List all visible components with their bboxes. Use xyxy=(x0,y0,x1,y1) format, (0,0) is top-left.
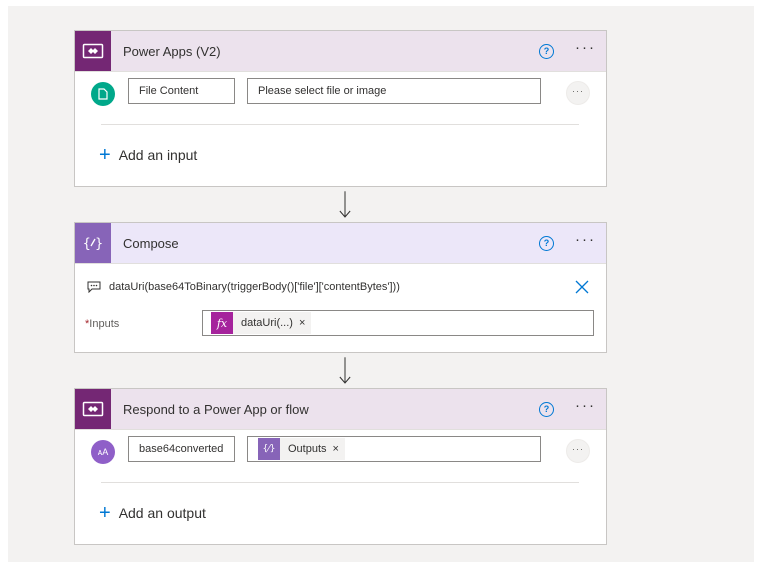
expression-icon: fx xyxy=(211,312,233,334)
expression-token-label: dataUri(...) xyxy=(241,317,293,329)
output-options-button[interactable]: ··· xyxy=(566,439,590,463)
power-apps-icon xyxy=(75,389,111,429)
compose-card-title: Compose xyxy=(123,235,179,251)
more-options-button[interactable]: ··· xyxy=(575,40,596,59)
card-divider xyxy=(101,124,579,125)
output-name-field[interactable]: base64converted xyxy=(128,436,235,462)
respond-action-card: Respond to a Power App or flow ? ··· ᴀA … xyxy=(74,388,607,545)
expression-comment-row: dataUri(base64ToBinary(triggerBody()['fi… xyxy=(87,281,400,293)
close-icon[interactable] xyxy=(575,280,589,294)
input-name-field[interactable]: File Content xyxy=(128,78,235,104)
comment-icon xyxy=(87,281,101,293)
expression-token[interactable]: fx dataUri(...) × xyxy=(211,312,312,334)
powerapps-card-title: Power Apps (V2) xyxy=(123,43,221,59)
respond-card-header[interactable]: Respond to a Power App or flow ? ··· xyxy=(75,389,606,430)
inputs-field[interactable]: fx dataUri(...) × xyxy=(202,310,594,336)
respond-card-title: Respond to a Power App or flow xyxy=(123,401,309,417)
add-input-button[interactable]: + Add an input xyxy=(99,144,198,166)
input-options-button[interactable]: ··· xyxy=(566,81,590,105)
compose-icon: {⁄} xyxy=(258,438,280,460)
help-icon[interactable]: ? xyxy=(539,401,554,417)
add-output-label: Add an output xyxy=(118,505,206,521)
arrow-down-icon xyxy=(339,191,351,218)
remove-token-button[interactable]: × xyxy=(333,443,339,455)
input-description-field[interactable]: Please select file or image xyxy=(247,78,541,104)
add-input-label: Add an input xyxy=(118,147,198,163)
plus-icon: + xyxy=(99,144,111,166)
output-name-value: base64converted xyxy=(139,443,224,455)
input-description-placeholder: Please select file or image xyxy=(258,85,387,97)
powerapps-card-header[interactable]: Power Apps (V2) ? ··· xyxy=(75,31,606,72)
inputs-label: *Inputs xyxy=(85,318,119,330)
outputs-token-label: Outputs xyxy=(288,443,327,455)
compose-action-card: { } Compose ? ··· dataUri(base64ToBinary… xyxy=(74,222,607,353)
compose-icon: { } xyxy=(75,223,111,263)
output-value-field[interactable]: {⁄} Outputs × xyxy=(247,436,541,462)
more-options-button[interactable]: ··· xyxy=(575,398,596,417)
power-apps-icon xyxy=(75,31,111,71)
help-icon[interactable]: ? xyxy=(539,43,554,59)
outputs-token[interactable]: {⁄} Outputs × xyxy=(258,438,345,460)
plus-icon: + xyxy=(99,502,111,524)
add-output-button[interactable]: + Add an output xyxy=(99,502,206,524)
remove-token-button[interactable]: × xyxy=(299,317,305,329)
expression-text: dataUri(base64ToBinary(triggerBody()['fi… xyxy=(109,281,400,293)
arrow-down-icon xyxy=(339,357,351,384)
more-options-button[interactable]: ··· xyxy=(575,232,596,251)
input-name-value: File Content xyxy=(139,85,199,97)
card-divider xyxy=(101,482,579,483)
help-icon[interactable]: ? xyxy=(539,235,554,251)
text-type-icon: ᴀA xyxy=(91,440,115,464)
powerapps-trigger-card: Power Apps (V2) ? ··· File Content Pleas… xyxy=(74,30,607,187)
file-icon xyxy=(91,82,115,106)
compose-card-header[interactable]: { } Compose ? ··· xyxy=(75,223,606,264)
inputs-label-text: Inputs xyxy=(89,318,120,330)
